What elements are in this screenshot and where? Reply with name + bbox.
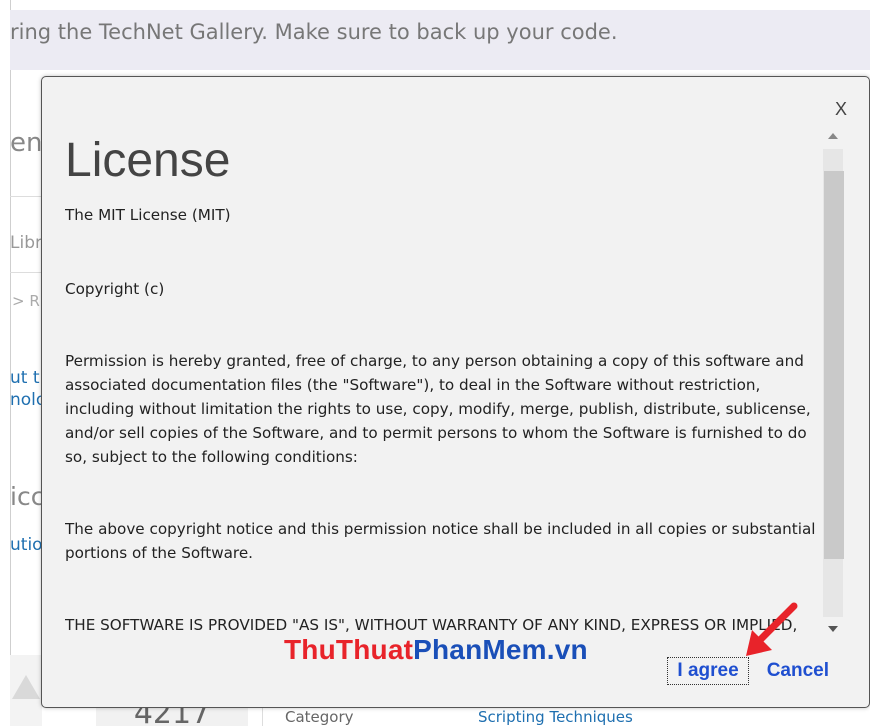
watermark-part: ThuThuat	[284, 634, 414, 665]
scroll-up-icon[interactable]	[828, 133, 838, 139]
scroll-track[interactable]	[823, 149, 844, 617]
dialog-actions: I agree Cancel	[667, 657, 839, 685]
category-link[interactable]: Scripting Techniques	[478, 708, 633, 726]
cancel-button[interactable]: Cancel	[757, 657, 839, 685]
bg-link-fragment[interactable]: utio	[10, 535, 42, 555]
bg-link-fragment[interactable]: ut t	[10, 368, 42, 388]
scroll-down-icon[interactable]	[828, 626, 838, 632]
bg-divider	[10, 272, 42, 273]
scroll-thumb[interactable]	[824, 171, 844, 559]
bg-heading-fragment: icc	[10, 482, 42, 511]
watermark-logo: ThuThuatPhanMem.vn	[284, 634, 588, 666]
bg-breadcrumb-fragment: > R	[12, 292, 40, 310]
license-scrollbar[interactable]	[822, 125, 846, 645]
notice-paragraph: The above copyright notice and this perm…	[65, 520, 816, 562]
category-label: Category	[285, 708, 354, 726]
license-content[interactable]: License The MIT License (MIT) Copyright …	[65, 127, 820, 642]
bg-library-fragment: Libr	[10, 233, 42, 253]
copyright-line: Copyright (c)	[65, 280, 165, 298]
bg-heading-fragment: ent	[10, 128, 42, 158]
license-name: The MIT License (MIT)	[65, 206, 231, 224]
close-icon[interactable]: X	[835, 99, 847, 120]
gallery-banner: ring the TechNet Gallery. Make sure to b…	[10, 10, 870, 70]
watermark-part: .vn	[546, 634, 588, 665]
red-arrow-icon	[746, 602, 798, 656]
triangle-icon	[12, 675, 40, 699]
bg-link-fragment[interactable]: nolo	[10, 390, 42, 410]
permission-paragraph: Permission is hereby granted, free of ch…	[65, 352, 811, 466]
dialog-title: License	[65, 134, 231, 187]
bg-divider	[10, 196, 42, 197]
agree-button[interactable]: I agree	[667, 657, 749, 685]
watermark-part: PhanMem	[413, 634, 547, 665]
